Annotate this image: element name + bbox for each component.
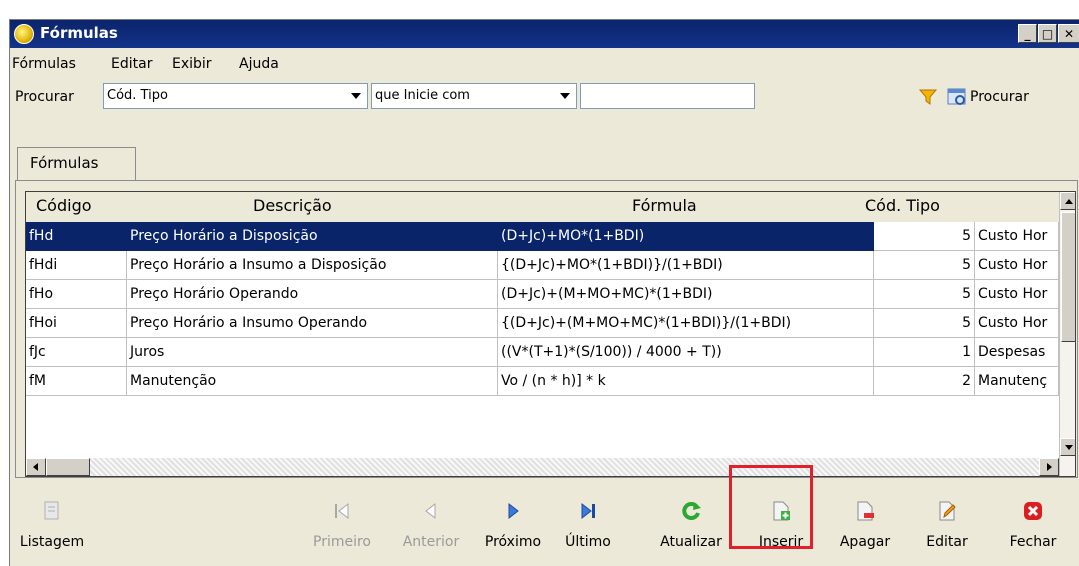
table-row[interactable]: fHdi Preço Horário a Insumo a Disposição{… — [26, 251, 1059, 280]
table-cell-descricao[interactable]: Preço Horário a Insumo a Disposição — [127, 251, 498, 280]
menu-editar[interactable]: Editar — [111, 56, 152, 72]
editar-button[interactable]: Editar — [916, 490, 978, 560]
table-cell-tipo[interactable]: Manutenç — [975, 367, 1059, 396]
table-cell-tipo[interactable]: Custo Hor — [975, 251, 1059, 280]
table-cell-formula[interactable]: ((V*(T+1)*(S/100)) / 4000 + T)) — [498, 338, 874, 367]
formulas-grid[interactable]: Código Descrição Fórmula Cód. Tipo fHd Pr… — [25, 191, 1076, 477]
vertical-scrollbar[interactable] — [1059, 192, 1075, 476]
table-row[interactable]: fM Manutenção Vo / (n * h)] * k 2 Manutenç — [26, 367, 1059, 396]
next-record-icon — [508, 502, 519, 520]
search-field-select[interactable]: Cód. Tipo — [103, 83, 368, 109]
minimize-button[interactable]: _ — [1018, 24, 1037, 43]
arrow-right-icon — [1047, 463, 1052, 471]
table-cell-formula[interactable]: Vo / (n * h)] * k — [498, 367, 874, 396]
inserir-highlight-box — [729, 465, 813, 549]
table-row[interactable]: fHoi Preço Horário a Insumo Operando {(D+J… — [26, 309, 1059, 338]
table-cell-descricao[interactable]: Preço Horário Operando — [127, 280, 498, 309]
first-record-icon — [335, 502, 349, 520]
menu-bar: Fórmulas Editar Exibir Ajuda — [10, 51, 1079, 77]
table-cell-formula[interactable]: {(D+Jc)+MO*(1+BDI)}/(1+BDI) — [498, 251, 874, 280]
table-cell-codigo[interactable]: fJc — [26, 338, 127, 367]
scroll-down-button[interactable] — [1060, 438, 1075, 456]
table-cell-formula[interactable]: {(D+Jc)+(M+MO+MC)*(1+BDI)}/(1+BDI) — [498, 309, 874, 338]
table-cell-descricao[interactable]: Manutenção — [127, 367, 498, 396]
table-cell-descricao[interactable]: Juros — [127, 338, 498, 367]
table-cell-tipo[interactable]: Custo Hor — [975, 280, 1059, 309]
table-cell-cod-tipo[interactable]: 5 — [874, 222, 975, 251]
anterior-button[interactable]: Anterior — [395, 490, 467, 560]
scroll-up-button[interactable] — [1060, 192, 1075, 210]
table-cell-tipo[interactable]: Custo Hor — [975, 309, 1059, 338]
search-button[interactable]: Procurar — [970, 89, 1029, 105]
bottom-toolbar: Listagem Primeiro Anterior Próximo Últim… — [10, 490, 1079, 566]
table-cell-cod-tipo[interactable]: 5 — [874, 309, 975, 338]
app-icon — [14, 24, 34, 44]
table-cell-codigo[interactable]: fHo — [26, 280, 127, 309]
table-cell-codigo[interactable]: fM — [26, 367, 127, 396]
previous-record-icon — [425, 502, 436, 520]
table-cell-cod-tipo[interactable]: 5 — [874, 251, 975, 280]
horizontal-scrollbar[interactable] — [26, 458, 1059, 476]
table-cell-codigo[interactable]: fHoi — [26, 309, 127, 338]
table-cell-cod-tipo[interactable]: 1 — [874, 338, 975, 367]
scroll-right-button[interactable] — [1039, 458, 1059, 476]
table-cell-tipo[interactable]: Custo Hor — [975, 222, 1059, 251]
fechar-button[interactable]: Fechar — [998, 490, 1068, 560]
formulas-window: Fórmulas _ □ ✕ Fórmulas Editar Exibir Aj… — [9, 19, 1079, 566]
table-cell-codigo[interactable]: fHd — [26, 222, 127, 251]
arrow-down-icon — [1065, 445, 1073, 450]
maximize-button[interactable]: □ — [1038, 24, 1057, 43]
table-cell-cod-tipo[interactable]: 5 — [874, 280, 975, 309]
title-bar: Fórmulas _ □ ✕ — [10, 20, 1079, 48]
grid-header: Código Descrição Fórmula Cód. Tipo — [26, 192, 1075, 222]
table-cell-tipo[interactable]: Despesas — [975, 338, 1059, 367]
proximo-button[interactable]: Próximo — [478, 490, 548, 560]
search-label: Procurar — [15, 89, 74, 105]
refresh-icon — [682, 502, 701, 521]
scroll-left-button[interactable] — [26, 458, 46, 476]
report-icon — [44, 501, 59, 520]
chevron-down-icon — [351, 93, 361, 99]
table-cell-descricao[interactable]: Preço Horário a Disposição — [127, 222, 498, 251]
column-header-formula[interactable]: Fórmula — [632, 196, 697, 215]
chevron-down-icon — [560, 93, 570, 99]
scroll-h-thumb[interactable] — [46, 458, 90, 476]
search-condition-select[interactable]: que Inicie com — [371, 83, 577, 109]
table-cell-codigo[interactable]: fHdi — [26, 251, 127, 280]
table-cell-cod-tipo[interactable]: 2 — [874, 367, 975, 396]
close-icon — [1024, 502, 1042, 520]
search-bar: Procurar Cód. Tipo que Inicie com Procur… — [10, 82, 1079, 114]
arrow-left-icon — [33, 463, 38, 471]
edit-document-icon — [939, 501, 956, 521]
listagem-button[interactable]: Listagem — [16, 490, 88, 560]
column-header-descricao[interactable]: Descrição — [253, 196, 332, 215]
column-header-cod-tipo[interactable]: Cód. Tipo — [865, 196, 940, 215]
delete-document-icon — [857, 501, 874, 521]
menu-formulas[interactable]: Fórmulas — [12, 56, 76, 72]
table-row[interactable]: fJc Juros ((V*(T+1)*(S/100)) / 4000 + T)) 1… — [26, 338, 1059, 367]
scroll-thumb[interactable] — [1061, 212, 1075, 342]
close-window-button[interactable]: ✕ — [1058, 24, 1079, 43]
column-header-codigo[interactable]: Código — [36, 196, 92, 215]
menu-ajuda[interactable]: Ajuda — [239, 56, 279, 72]
table-row[interactable]: fHd Preço Horário a Disposição (D+Jc)+MO*(… — [26, 222, 1059, 251]
ultimo-button[interactable]: Último — [558, 490, 618, 560]
table-row[interactable]: fHo Preço Horário Operando (D+Jc)+(M+MO+MC… — [26, 280, 1059, 309]
window-title: Fórmulas — [40, 24, 118, 42]
last-record-icon — [581, 502, 595, 520]
table-cell-formula[interactable]: (D+Jc)+(M+MO+MC)*(1+BDI) — [498, 280, 874, 309]
primeiro-button[interactable]: Primeiro — [310, 490, 374, 560]
filter-icon[interactable] — [919, 89, 937, 105]
table-cell-formula[interactable]: (D+Jc)+MO*(1+BDI) — [498, 222, 874, 251]
tab-formulas[interactable]: Fórmulas — [17, 147, 136, 181]
search-window-icon — [947, 88, 966, 105]
search-input[interactable] — [580, 83, 755, 109]
apagar-button[interactable]: Apagar — [830, 490, 900, 560]
atualizar-button[interactable]: Atualizar — [650, 490, 732, 560]
arrow-up-icon — [1065, 199, 1073, 204]
table-cell-descricao[interactable]: Preço Horário a Insumo Operando — [127, 309, 498, 338]
menu-exibir[interactable]: Exibir — [172, 56, 212, 72]
